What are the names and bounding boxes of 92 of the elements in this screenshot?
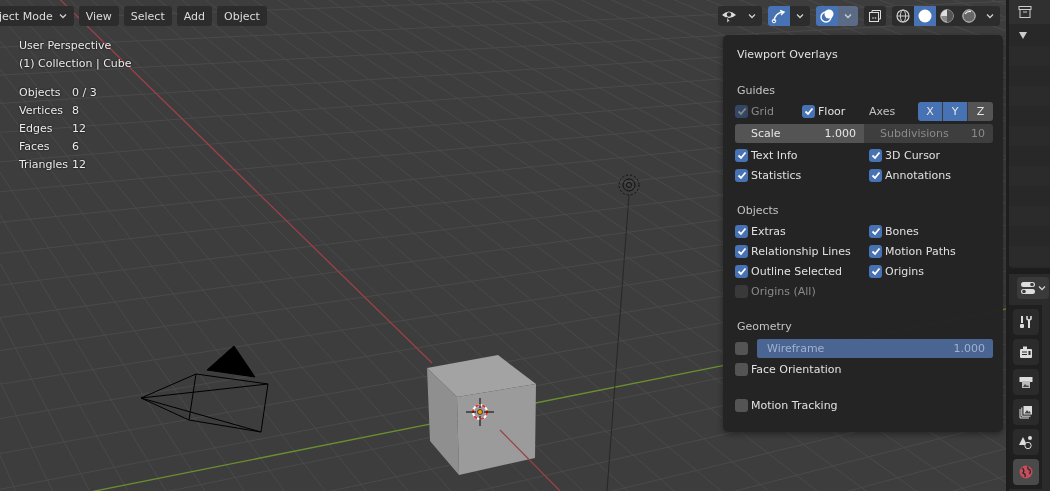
checkbox-label: Bones xyxy=(885,224,919,238)
popover-title: Viewport Overlays xyxy=(737,47,839,63)
caret-icon xyxy=(986,13,994,19)
checkbox-label: Text Info xyxy=(751,148,798,162)
caret-icon xyxy=(748,13,756,19)
checkbox-label: Statistics xyxy=(751,168,802,182)
checkbox[interactable] xyxy=(802,104,815,118)
caret-icon xyxy=(1038,285,1046,291)
dropdown-button[interactable] xyxy=(742,6,762,26)
axes-label: Axes xyxy=(869,104,896,118)
dropdown-button[interactable] xyxy=(980,6,1000,26)
menu-button[interactable]: Add xyxy=(176,6,212,26)
stat-value: 8 xyxy=(72,103,80,119)
archive-box-icon[interactable] xyxy=(1018,5,1032,19)
checkbox-label: Face Orientation xyxy=(751,362,842,376)
properties-tab[interactable] xyxy=(1013,339,1039,365)
gizmos-toggle[interactable] xyxy=(768,6,790,26)
image-stack-icon xyxy=(1018,404,1034,420)
collapse-triangle-icon[interactable] xyxy=(1019,31,1027,39)
stat-value: 12 xyxy=(72,121,87,137)
properties-tab[interactable] xyxy=(1013,429,1039,455)
checkbox[interactable] xyxy=(869,244,882,258)
properties-tab[interactable] xyxy=(1013,309,1039,335)
menu-button[interactable]: View xyxy=(78,6,119,26)
stat-label: Triangles xyxy=(19,157,69,173)
solid-circle-icon xyxy=(917,8,933,24)
section-heading: Geometry xyxy=(737,319,793,335)
stat-label: Vertices xyxy=(19,103,64,119)
checkbox[interactable] xyxy=(735,148,748,162)
screwdriver-wrench-icon xyxy=(1018,314,1034,330)
checkbox-label: Origins (All) xyxy=(751,284,816,298)
axis-toggle[interactable]: Y xyxy=(943,101,968,121)
checkbox[interactable] xyxy=(735,264,748,278)
stat-value: 6 xyxy=(72,139,80,155)
caret-icon xyxy=(796,13,804,19)
3d-cursor-icon xyxy=(465,397,495,427)
cone-sphere-icon xyxy=(1018,434,1034,450)
menu-button[interactable]: Select xyxy=(123,6,172,26)
stat-label: Edges xyxy=(19,121,54,137)
axis-toggle[interactable]: X xyxy=(918,101,943,121)
shading-mode-button[interactable] xyxy=(936,6,958,26)
checkbox-label: 3D Cursor xyxy=(885,148,941,162)
properties-tab[interactable] xyxy=(1013,399,1039,425)
wireframe-sphere-icon xyxy=(895,8,911,24)
section-heading: Guides xyxy=(737,83,777,99)
checkbox-label: Motion Paths xyxy=(885,244,956,258)
checkbox[interactable] xyxy=(735,244,748,258)
stat-value: 12 xyxy=(72,157,87,173)
checkbox-label: Extras xyxy=(751,224,786,238)
menu-button[interactable]: Object xyxy=(217,6,267,26)
checkbox-label: Origins xyxy=(885,264,924,278)
dropdown-button[interactable] xyxy=(838,6,858,26)
checkbox-label: Floor xyxy=(818,104,846,118)
shading-mode-button[interactable] xyxy=(914,6,936,26)
stat-label: Faces xyxy=(19,139,51,155)
checkbox[interactable] xyxy=(735,224,748,238)
editor-type-button[interactable] xyxy=(1017,277,1049,299)
checkbox[interactable] xyxy=(869,168,882,182)
xray-icon xyxy=(867,8,883,24)
checkbox-label: Grid xyxy=(751,104,775,118)
checkbox[interactable] xyxy=(735,362,748,376)
caret-icon xyxy=(844,13,852,19)
caret-icon xyxy=(58,13,67,19)
shading-mode-button[interactable] xyxy=(892,6,914,26)
checkbox-label: Outline Selected xyxy=(751,264,842,278)
checkbox[interactable] xyxy=(735,341,748,355)
checkbox[interactable] xyxy=(735,398,748,412)
object-types-button[interactable] xyxy=(718,6,742,26)
checkbox[interactable] xyxy=(869,264,882,278)
axis-toggle[interactable]: Z xyxy=(968,101,993,121)
half-shaded-circle-icon xyxy=(939,8,955,24)
properties-tab[interactable] xyxy=(1013,369,1039,395)
scale-field[interactable]: Scale 1.000 xyxy=(735,123,864,143)
curve-arrow-icon xyxy=(771,8,787,24)
stat-value: 0 / 3 xyxy=(72,85,97,101)
xray-toggle[interactable] xyxy=(864,6,886,26)
dropdown-button[interactable] xyxy=(790,6,810,26)
checkbox-label: Relationship Lines xyxy=(751,244,851,258)
stat-label: Objects xyxy=(19,85,62,101)
checkbox[interactable] xyxy=(735,168,748,182)
shaded-sphere-icon xyxy=(961,8,977,24)
overlays-toggle[interactable] xyxy=(816,6,838,26)
checkbox[interactable] xyxy=(869,224,882,238)
toggle-switches-icon xyxy=(1020,280,1036,296)
camera-back-icon xyxy=(1018,344,1034,360)
checkbox[interactable] xyxy=(869,148,882,162)
overlapping-circles-icon xyxy=(819,8,835,24)
checkbox-label: Annotations xyxy=(885,168,952,182)
printer-icon xyxy=(1018,374,1034,390)
globe-icon xyxy=(1018,464,1034,480)
checkbox-label: Motion Tracking xyxy=(751,398,838,412)
section-heading: Objects xyxy=(737,203,780,219)
